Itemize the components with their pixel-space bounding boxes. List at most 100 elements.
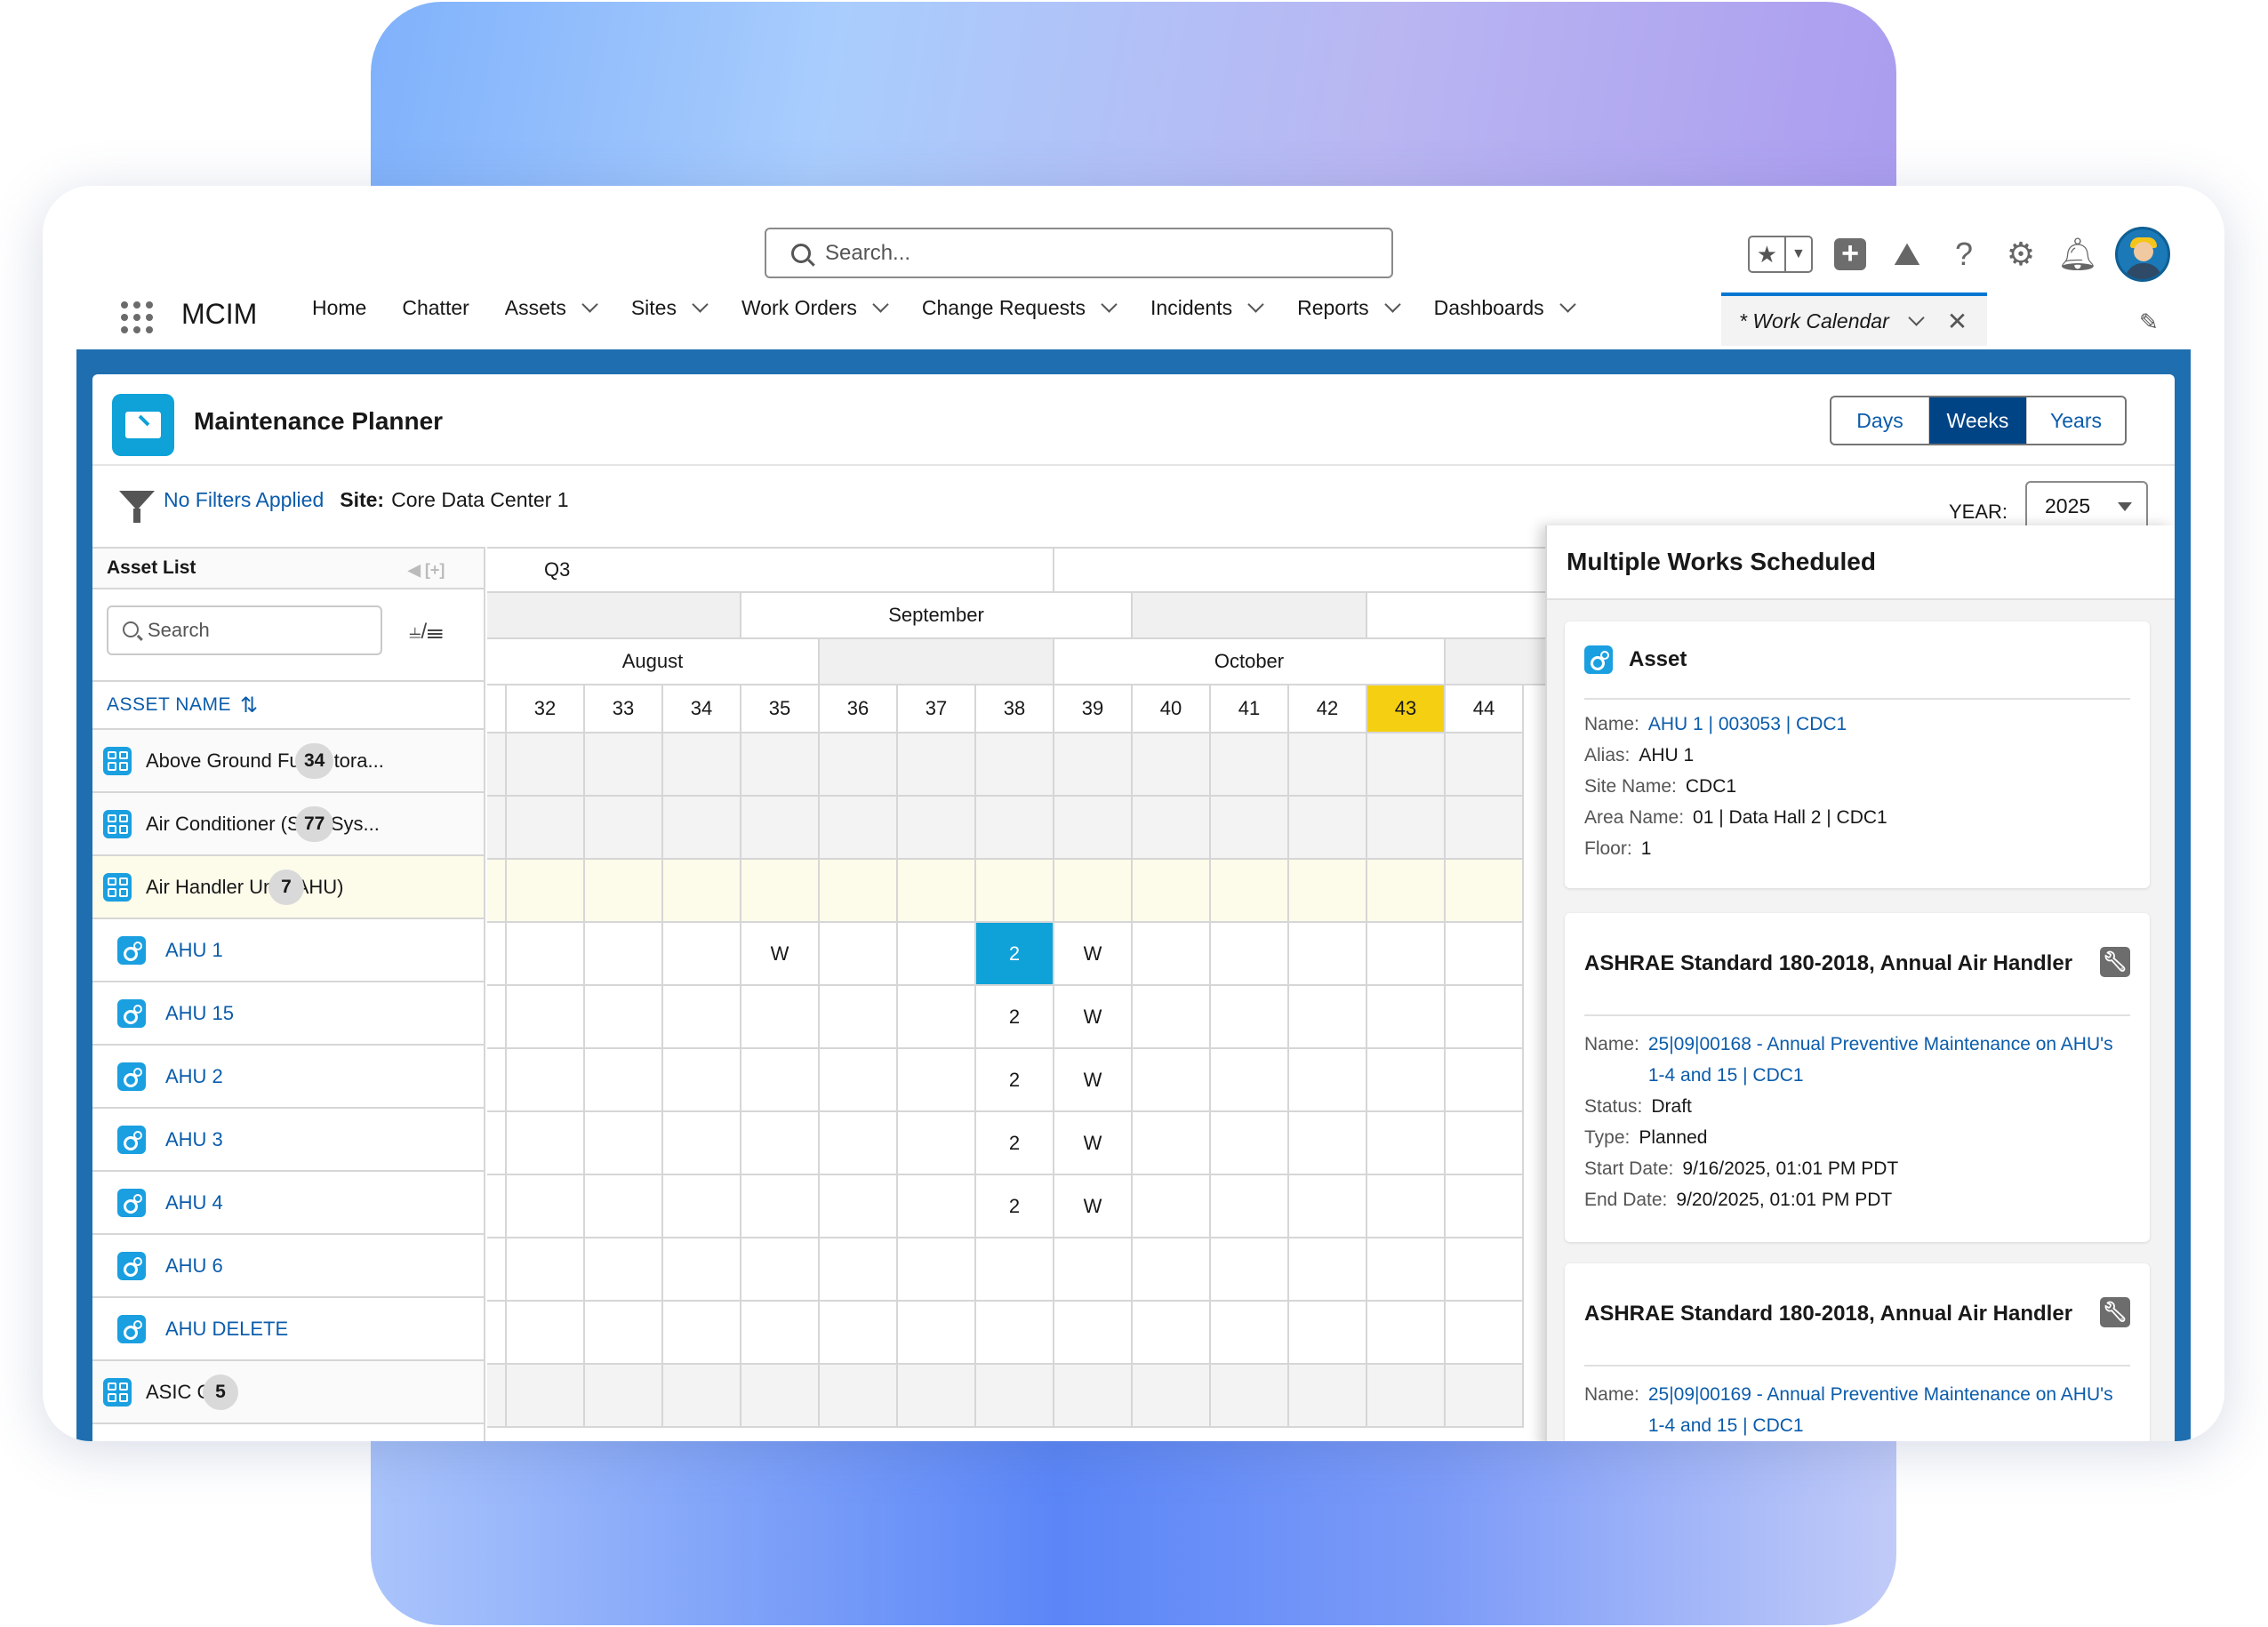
week-header[interactable]: 34	[663, 685, 741, 733]
calendar-cell[interactable]	[1446, 1365, 1524, 1428]
calendar-cell[interactable]	[976, 1365, 1054, 1428]
calendar-cell[interactable]	[1367, 1238, 1446, 1302]
calendar-cell[interactable]	[976, 860, 1054, 923]
calendar-cell[interactable]	[1367, 1112, 1446, 1175]
calendar-cell[interactable]	[1446, 1049, 1524, 1112]
calendar-cell[interactable]	[1446, 797, 1524, 860]
calendar-cell[interactable]	[585, 1112, 663, 1175]
collapse-left-icon[interactable]: ◀ [+]	[408, 561, 445, 580]
calendar-cell[interactable]	[1289, 1365, 1367, 1428]
work-marker-cell[interactable]: W	[1054, 923, 1133, 986]
calendar-cell[interactable]	[820, 923, 898, 986]
star-icon[interactable]: ★	[1750, 237, 1786, 271]
calendar-cell[interactable]	[898, 986, 976, 1049]
asset-group-row[interactable]: Air Handler Unit (AHU) 7	[92, 856, 484, 919]
chevron-down-icon[interactable]	[1247, 296, 1264, 313]
asset-name-column-header[interactable]: ASSET NAME ⇅	[92, 682, 484, 730]
week-header[interactable]: 36	[820, 685, 898, 733]
view-days-button[interactable]: Days	[1831, 397, 1929, 444]
asset-group-row[interactable]: Air Conditioner (Split Sys... 77	[92, 793, 484, 856]
calendar-cell[interactable]	[585, 860, 663, 923]
calendar-cell[interactable]	[820, 733, 898, 797]
calendar-cell[interactable]	[1133, 1049, 1211, 1112]
calendar-cell[interactable]	[741, 1238, 820, 1302]
calendar-cell[interactable]	[1133, 986, 1211, 1049]
calendar-cell[interactable]	[1133, 923, 1211, 986]
calendar-cell[interactable]	[898, 1238, 976, 1302]
calendar-cell[interactable]	[1211, 1302, 1289, 1365]
gear-icon[interactable]: ⚙	[2001, 235, 2040, 274]
asset-name-link[interactable]: AHU 4	[165, 1191, 223, 1214]
calendar-cell[interactable]	[820, 986, 898, 1049]
calendar-cell[interactable]	[898, 733, 976, 797]
calendar-cell[interactable]	[1446, 923, 1524, 986]
view-weeks-button[interactable]: Weeks	[1929, 397, 2027, 444]
week-header[interactable]: 35	[741, 685, 820, 733]
calendar-cell[interactable]	[1211, 923, 1289, 986]
record-link[interactable]: 25|09|00169 - Annual Preventive Maintena…	[1648, 1379, 2130, 1441]
calendar-cell[interactable]	[741, 1365, 820, 1428]
calendar-cell[interactable]	[1133, 1112, 1211, 1175]
calendar-cell[interactable]	[741, 733, 820, 797]
work-marker-cell[interactable]: W	[1054, 1112, 1133, 1175]
nav-item-change-requests[interactable]: Change Requests	[922, 296, 1118, 320]
calendar-cell[interactable]	[507, 1302, 585, 1365]
calendar-cell[interactable]	[507, 1175, 585, 1238]
work-count-cell[interactable]: 2	[976, 1049, 1054, 1112]
view-years-button[interactable]: Years	[2027, 397, 2125, 444]
calendar-cell[interactable]	[1133, 733, 1211, 797]
calendar-cell[interactable]	[663, 797, 741, 860]
nav-item-sites[interactable]: Sites	[631, 296, 709, 320]
global-search-input[interactable]: Search...	[765, 228, 1393, 278]
asset-row[interactable]: AHU 15	[92, 982, 484, 1046]
calendar-cell[interactable]	[1054, 733, 1133, 797]
nav-item-incidents[interactable]: Incidents	[1150, 296, 1264, 320]
calendar-cell[interactable]	[820, 1112, 898, 1175]
nav-item-home[interactable]: Home	[312, 296, 366, 320]
calendar-cell[interactable]	[585, 797, 663, 860]
calendar-cell[interactable]	[1133, 1365, 1211, 1428]
calendar-cell[interactable]	[741, 1049, 820, 1112]
calendar-cell[interactable]	[1211, 1049, 1289, 1112]
nav-item-assets[interactable]: Assets	[505, 296, 598, 320]
chevron-down-icon[interactable]	[1383, 296, 1401, 313]
filters-link[interactable]: No Filters Applied	[164, 488, 324, 512]
week-header[interactable]: 43	[1367, 685, 1446, 733]
wrench-icon[interactable]: 🔧︎	[2100, 1297, 2130, 1327]
calendar-cell[interactable]	[1367, 860, 1446, 923]
record-link[interactable]: 25|09|00168 - Annual Preventive Maintena…	[1648, 1029, 2130, 1091]
week-header[interactable]: 38	[976, 685, 1054, 733]
filter-icon[interactable]	[119, 490, 155, 523]
calendar-cell[interactable]	[663, 1175, 741, 1238]
calendar-cell[interactable]	[820, 1238, 898, 1302]
calendar-cell[interactable]	[741, 1302, 820, 1365]
asset-group-name[interactable]: Above Ground Fuel Stora...	[146, 749, 384, 773]
calendar-cell[interactable]	[1211, 1175, 1289, 1238]
calendar-cell[interactable]	[585, 923, 663, 986]
record-link[interactable]: AHU 1 | 003053 | CDC1	[1648, 709, 1847, 740]
calendar-cell[interactable]	[585, 986, 663, 1049]
favorites-dropdown-icon[interactable]: ▼	[1786, 237, 1811, 271]
calendar-cell[interactable]	[585, 1049, 663, 1112]
favorites-button[interactable]: ★ ▼	[1748, 236, 1813, 273]
week-header[interactable]: 42	[1289, 685, 1367, 733]
chevron-down-icon[interactable]	[1101, 296, 1118, 313]
calendar-cell[interactable]	[741, 860, 820, 923]
chevron-down-icon[interactable]	[692, 296, 709, 313]
calendar-cell[interactable]	[976, 1302, 1054, 1365]
asset-row[interactable]: AHU 2	[92, 1046, 484, 1109]
app-launcher-icon[interactable]	[121, 301, 153, 333]
calendar-cell[interactable]	[741, 1112, 820, 1175]
calendar-cell[interactable]	[1367, 797, 1446, 860]
calendar-cell[interactable]	[1054, 1302, 1133, 1365]
calendar-cell[interactable]	[1446, 1238, 1524, 1302]
calendar-cell[interactable]	[1289, 733, 1367, 797]
asset-name-link[interactable]: AHU DELETE	[165, 1318, 288, 1341]
asset-search-input[interactable]: Search	[107, 605, 382, 655]
calendar-cell[interactable]	[1289, 1302, 1367, 1365]
calendar-cell[interactable]	[898, 923, 976, 986]
calendar-cell[interactable]	[1133, 1238, 1211, 1302]
week-header[interactable]: 32	[507, 685, 585, 733]
calendar-cell[interactable]	[1211, 986, 1289, 1049]
calendar-cell[interactable]	[585, 1365, 663, 1428]
